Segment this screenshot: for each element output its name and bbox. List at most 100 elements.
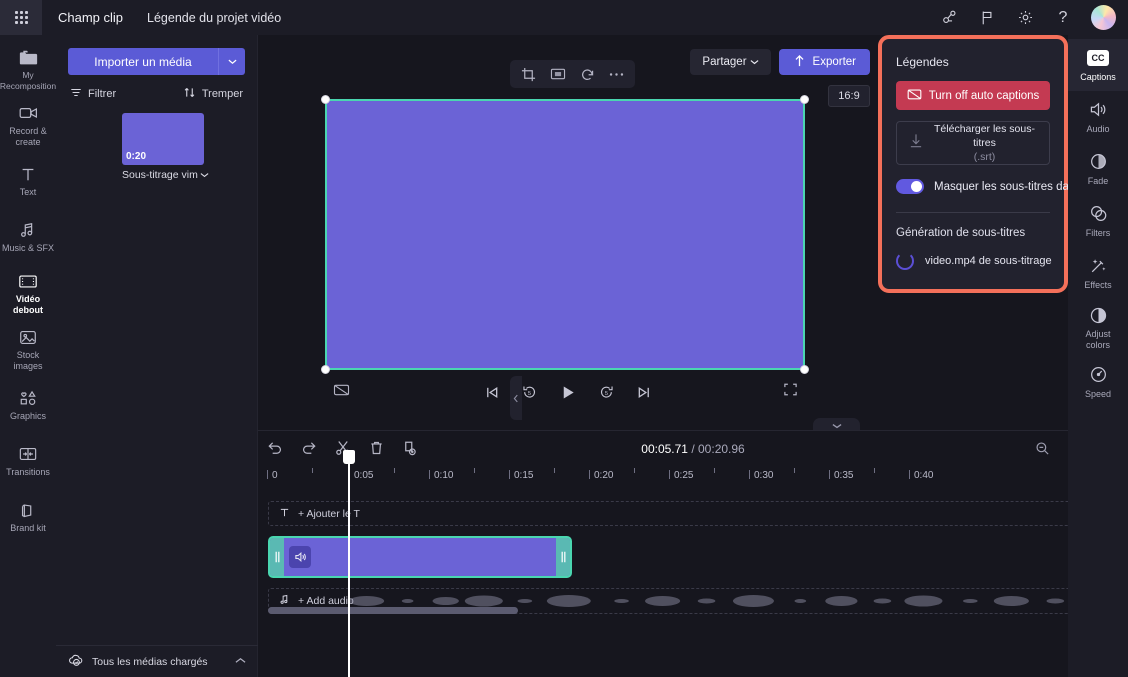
sidebar-item-transitions[interactable]: Transitions xyxy=(0,433,56,489)
redo-icon[interactable] xyxy=(301,440,317,456)
sidebar-item-stock-images[interactable]: Stock images xyxy=(0,321,56,377)
video-canvas[interactable] xyxy=(321,95,809,374)
export-button[interactable]: Exporter xyxy=(778,49,870,75)
sidebar-item-graphics[interactable]: Graphics xyxy=(0,377,56,433)
timeline-playhead[interactable] xyxy=(343,450,355,677)
import-media-row: Importer un média xyxy=(68,48,245,75)
filter-label: Filtrer xyxy=(88,88,117,100)
download-subtitles-button[interactable]: Télécharger les sous-titres (.srt) xyxy=(896,121,1050,165)
camera-icon xyxy=(18,103,39,123)
sidebar-item-label: Graphics xyxy=(9,411,46,422)
zoom-out-icon[interactable] xyxy=(1035,441,1050,456)
svg-text:5: 5 xyxy=(605,391,608,397)
captions-off-icon[interactable] xyxy=(333,383,350,402)
delete-icon[interactable] xyxy=(369,440,384,456)
sidebar-item-label: Vidéo debout xyxy=(13,294,43,315)
timeline-horizontal-scrollbar[interactable] xyxy=(268,607,518,614)
tab-speed[interactable]: Speed xyxy=(1068,356,1128,408)
gear-icon[interactable] xyxy=(1015,8,1035,28)
sidebar-item-my-recomposition[interactable]: My Recomposition xyxy=(0,41,56,97)
timeline-ruler[interactable]: 0 0:05 0:10 0:15 0:20 0:25 0:30 0:35 0:4… xyxy=(267,467,1118,489)
player-controls: 5 5 xyxy=(258,375,878,409)
rewind-5-icon[interactable]: 5 xyxy=(522,384,538,400)
brandkit-icon xyxy=(18,500,38,520)
tab-fade[interactable]: Fade xyxy=(1068,143,1128,195)
sidebar-item-brand-kit[interactable]: Brand kit xyxy=(0,489,56,545)
chevron-up-icon[interactable] xyxy=(235,656,246,667)
tab-label: Audio xyxy=(1086,123,1110,134)
volume-icon[interactable] xyxy=(289,546,311,568)
transitions-icon xyxy=(18,444,38,464)
chevron-down-icon[interactable] xyxy=(218,48,245,75)
top-bar-actions: ? xyxy=(939,5,1128,30)
tab-captions[interactable]: CC Captions xyxy=(1068,39,1128,91)
tab-filters[interactable]: Filters xyxy=(1068,195,1128,247)
film-icon xyxy=(18,271,38,291)
undo-icon[interactable] xyxy=(267,440,283,456)
resize-handle-top-left[interactable] xyxy=(321,95,330,104)
import-media-button[interactable]: Importer un média xyxy=(68,48,218,75)
collapse-left-panel-button[interactable] xyxy=(510,376,522,420)
shapes-icon xyxy=(17,388,39,408)
chevron-down-icon[interactable] xyxy=(200,169,209,181)
music-icon xyxy=(18,220,38,240)
crop-icon[interactable] xyxy=(521,67,536,82)
resize-handle-top-right[interactable] xyxy=(800,95,809,104)
sidebar-item-label: Brand kit xyxy=(10,523,46,534)
resize-handle-bottom-left[interactable] xyxy=(321,365,330,374)
playhead-handle[interactable] xyxy=(343,450,355,464)
app-launcher-button[interactable] xyxy=(0,0,42,35)
hide-captions-toggle[interactable] xyxy=(896,179,924,194)
filter-button[interactable]: Filtrer xyxy=(70,87,116,101)
tab-audio[interactable]: Audio xyxy=(1068,91,1128,143)
fullscreen-icon[interactable] xyxy=(783,382,798,402)
sidebar-item-record-create[interactable]: Record & create xyxy=(0,97,56,153)
duplicate-icon[interactable] xyxy=(402,440,417,456)
resize-handle-bottom-right[interactable] xyxy=(800,365,809,374)
sidebar-item-label: My Recomposition xyxy=(0,70,57,91)
flag-icon[interactable] xyxy=(977,8,997,28)
more-icon[interactable] xyxy=(609,72,624,77)
aspect-ratio-badge[interactable]: 16:9 xyxy=(828,85,870,107)
generation-section-title: Génération de sous-titres xyxy=(896,227,1026,239)
skip-previous-icon[interactable] xyxy=(485,385,500,400)
fit-icon[interactable] xyxy=(550,67,566,81)
tab-effects[interactable]: Effects xyxy=(1068,247,1128,299)
video-clip[interactable] xyxy=(268,536,572,578)
text-icon xyxy=(279,507,290,521)
help-icon[interactable]: ? xyxy=(1053,8,1073,28)
sidebar-item-video-debout[interactable]: Vidéo debout xyxy=(0,265,56,321)
share-nodes-icon[interactable] xyxy=(939,8,959,28)
avatar[interactable] xyxy=(1091,5,1116,30)
contrast-icon xyxy=(1089,305,1108,325)
sort-button[interactable]: Tremper xyxy=(183,87,243,101)
ruler-tick: 0:30 xyxy=(748,470,774,481)
sidebar-item-music-sfx[interactable]: Music & SFX xyxy=(0,209,56,265)
ruler-tick: 0 xyxy=(267,470,278,481)
media-thumbnail[interactable]: 0:20 xyxy=(122,113,204,165)
ruler-tick: 0:10 xyxy=(428,470,454,481)
skip-next-icon[interactable] xyxy=(637,385,652,400)
speedometer-icon xyxy=(1089,365,1108,385)
top-bar: Champ clip Légende du projet vidéo ? xyxy=(0,0,1128,35)
project-title[interactable]: Légende du projet vidéo xyxy=(147,11,281,25)
sidebar-item-text[interactable]: Text xyxy=(0,153,56,209)
play-icon[interactable] xyxy=(560,384,577,401)
media-filter-row: Filtrer Tremper xyxy=(70,87,243,101)
rotate-icon[interactable] xyxy=(580,67,595,82)
clip-trim-right[interactable] xyxy=(556,538,570,576)
tab-adjust-colors[interactable]: Adjust colors xyxy=(1068,299,1128,356)
turn-off-auto-captions-button[interactable]: Turn off auto captions xyxy=(896,81,1050,110)
share-label: Partager xyxy=(702,56,747,68)
share-button[interactable]: Partager xyxy=(690,49,771,75)
filters-icon xyxy=(1089,204,1108,224)
toggle-knob xyxy=(911,181,922,192)
ruler-tick: 0:20 xyxy=(588,470,614,481)
generation-item: video.mp4 de sous-titrage xyxy=(896,252,1052,270)
clip-trim-left[interactable] xyxy=(270,538,284,576)
cc-icon: CC xyxy=(1087,48,1109,68)
turn-off-label: Turn off auto captions xyxy=(928,89,1040,102)
media-upload-status[interactable]: Tous les médias chargés xyxy=(56,645,258,677)
forward-5-icon[interactable]: 5 xyxy=(599,384,615,400)
text-track[interactable]: + Ajouter le T xyxy=(268,501,1118,526)
